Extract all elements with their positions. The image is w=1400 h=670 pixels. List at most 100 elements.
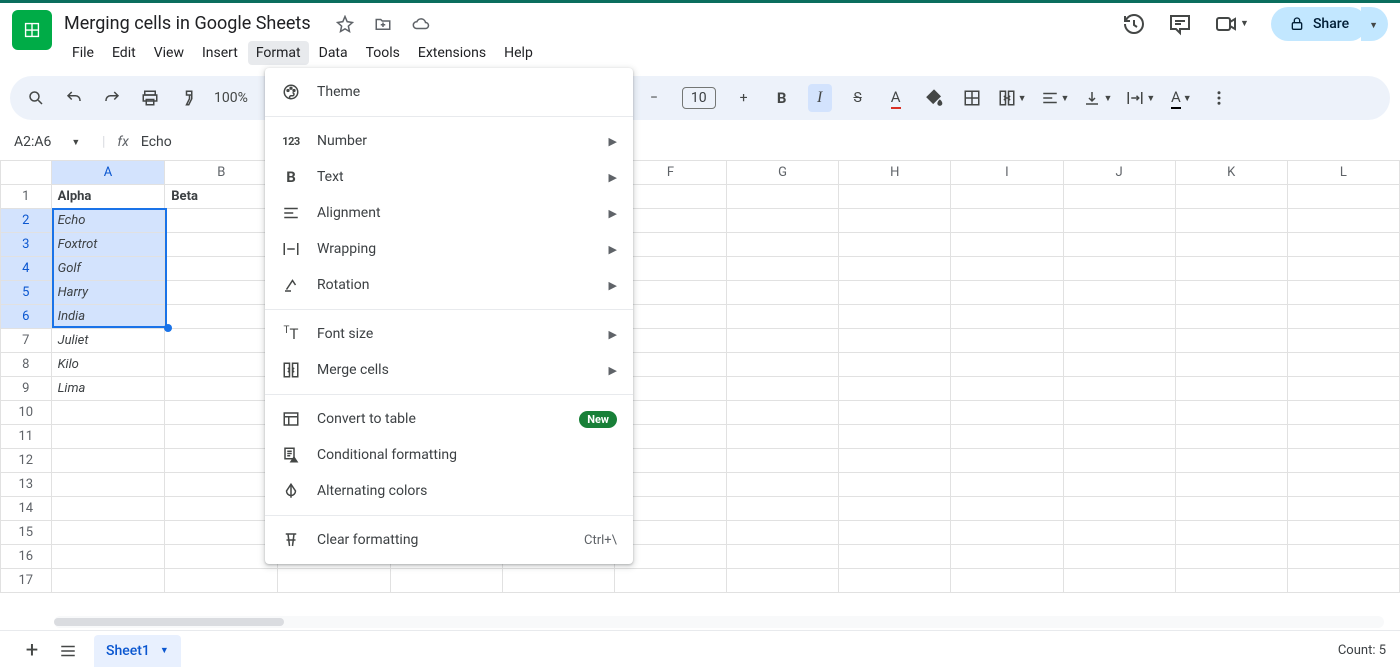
cell-A5[interactable]: Harry (51, 281, 165, 305)
cell-J3[interactable] (1063, 233, 1175, 257)
cell-I9[interactable] (951, 377, 1063, 401)
format-menu-theme[interactable]: Theme (265, 74, 633, 110)
cell-L14[interactable] (1287, 497, 1399, 521)
format-menu-rotation[interactable]: Rotation▶ (265, 267, 633, 303)
cell-B10[interactable] (165, 401, 278, 425)
cell-L7[interactable] (1287, 329, 1399, 353)
format-menu-number[interactable]: 123Number▶ (265, 123, 633, 159)
cell-H7[interactable] (839, 329, 951, 353)
selection-handle[interactable] (164, 324, 172, 332)
star-icon[interactable] (333, 12, 357, 36)
cell-B5[interactable] (165, 281, 278, 305)
cell-H11[interactable] (839, 425, 951, 449)
cell-H4[interactable] (839, 257, 951, 281)
cell-J14[interactable] (1063, 497, 1175, 521)
cell-H9[interactable] (839, 377, 951, 401)
cell-A1[interactable]: Alpha (51, 185, 165, 209)
strikethrough-icon[interactable]: S (846, 84, 870, 112)
cell-H3[interactable] (839, 233, 951, 257)
cell-G14[interactable] (727, 497, 839, 521)
share-button[interactable]: Share (1271, 7, 1367, 41)
cell-K1[interactable] (1175, 185, 1287, 209)
cell-K9[interactable] (1175, 377, 1287, 401)
row-header-7[interactable]: 7 (1, 329, 52, 353)
cell-I2[interactable] (951, 209, 1063, 233)
cell-L11[interactable] (1287, 425, 1399, 449)
print-icon[interactable] (138, 84, 162, 112)
cell-A8[interactable]: Kilo (51, 353, 165, 377)
cell-A10[interactable] (51, 401, 165, 425)
cell-I14[interactable] (951, 497, 1063, 521)
text-color-icon[interactable]: A (884, 84, 908, 112)
meet-icon[interactable]: ▼ (1214, 12, 1249, 36)
cell-A6[interactable]: India (51, 305, 165, 329)
row-header-16[interactable]: 16 (1, 545, 52, 569)
cell-G1[interactable] (727, 185, 839, 209)
menu-edit[interactable]: Edit (104, 41, 144, 65)
cell-K17[interactable] (1175, 569, 1287, 593)
cell-I17[interactable] (951, 569, 1063, 593)
cell-L5[interactable] (1287, 281, 1399, 305)
cell-G8[interactable] (727, 353, 839, 377)
cell-B12[interactable] (165, 449, 278, 473)
column-header-K[interactable]: K (1175, 161, 1287, 185)
cell-A17[interactable] (51, 569, 165, 593)
cell-K14[interactable] (1175, 497, 1287, 521)
cell-G9[interactable] (727, 377, 839, 401)
row-header-17[interactable]: 17 (1, 569, 52, 593)
cell-G17[interactable] (727, 569, 839, 593)
cell-A3[interactable]: Foxtrot (51, 233, 165, 257)
cell-H10[interactable] (839, 401, 951, 425)
cell-A13[interactable] (51, 473, 165, 497)
cell-L12[interactable] (1287, 449, 1399, 473)
cell-G5[interactable] (727, 281, 839, 305)
cell-L2[interactable] (1287, 209, 1399, 233)
cell-K5[interactable] (1175, 281, 1287, 305)
cell-L10[interactable] (1287, 401, 1399, 425)
cell-I15[interactable] (951, 521, 1063, 545)
cell-E17[interactable] (502, 569, 614, 593)
cell-I12[interactable] (951, 449, 1063, 473)
cell-B17[interactable] (165, 569, 278, 593)
paint-format-icon[interactable] (176, 84, 200, 112)
cell-J17[interactable] (1063, 569, 1175, 593)
cell-K13[interactable] (1175, 473, 1287, 497)
cell-D17[interactable] (390, 569, 502, 593)
cell-B11[interactable] (165, 425, 278, 449)
cell-A15[interactable] (51, 521, 165, 545)
row-header-3[interactable]: 3 (1, 233, 52, 257)
cell-J13[interactable] (1063, 473, 1175, 497)
move-icon[interactable] (371, 12, 395, 36)
add-sheet-button[interactable]: + (14, 633, 50, 669)
row-header-1[interactable]: 1 (1, 185, 52, 209)
cell-J10[interactable] (1063, 401, 1175, 425)
cell-L4[interactable] (1287, 257, 1399, 281)
history-icon[interactable] (1122, 12, 1146, 36)
cell-B13[interactable] (165, 473, 278, 497)
cell-A4[interactable]: Golf (51, 257, 165, 281)
cell-J6[interactable] (1063, 305, 1175, 329)
cell-L8[interactable] (1287, 353, 1399, 377)
row-header-4[interactable]: 4 (1, 257, 52, 281)
menu-extensions[interactable]: Extensions (410, 41, 494, 65)
cell-I10[interactable] (951, 401, 1063, 425)
menu-format[interactable]: Format (248, 41, 309, 65)
cell-H16[interactable] (839, 545, 951, 569)
cell-H13[interactable] (839, 473, 951, 497)
cell-K6[interactable] (1175, 305, 1287, 329)
format-menu-clear-formatting[interactable]: Clear formattingCtrl+\ (265, 522, 633, 558)
cell-G4[interactable] (727, 257, 839, 281)
share-dropdown[interactable]: ▼ (1361, 7, 1388, 41)
cell-B14[interactable] (165, 497, 278, 521)
cell-B15[interactable] (165, 521, 278, 545)
cell-H14[interactable] (839, 497, 951, 521)
cell-J4[interactable] (1063, 257, 1175, 281)
cell-I7[interactable] (951, 329, 1063, 353)
menu-help[interactable]: Help (496, 41, 541, 65)
redo-icon[interactable] (100, 84, 124, 112)
column-header-L[interactable]: L (1287, 161, 1399, 185)
cell-A12[interactable] (51, 449, 165, 473)
cell-A7[interactable]: Juliet (51, 329, 165, 353)
format-menu-alternating-colors[interactable]: Alternating colors (265, 473, 633, 509)
row-header-13[interactable]: 13 (1, 473, 52, 497)
